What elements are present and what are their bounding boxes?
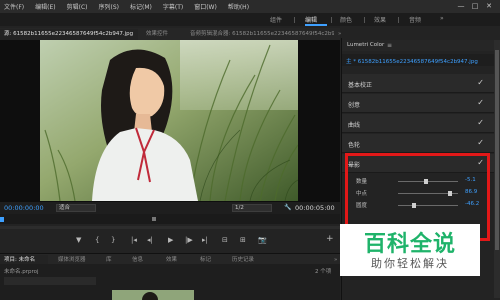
section-label: 色轮 [348, 142, 361, 149]
workspace-bar: 组件 编辑 颜色 效果 音频 » [0, 13, 500, 26]
tab-lumetri-color[interactable]: Lumetri Color [347, 42, 384, 48]
playhead-marker[interactable] [0, 217, 4, 222]
enable-checkbox[interactable]: ✓ [477, 78, 484, 87]
zoom-scrollbar[interactable] [0, 226, 340, 229]
enable-checkbox[interactable]: ✓ [477, 98, 484, 107]
zoom-dropdown[interactable]: 适合 [56, 204, 96, 212]
insert-icon[interactable]: ⊟ [222, 236, 228, 244]
monitor-timecode-bar: 00:00:00:00 适合 1/2 🔧 00:00:05:00 [0, 202, 340, 214]
window-controls: — □ ✕ [454, 1, 496, 11]
enable-checkbox[interactable]: ✓ [477, 118, 484, 127]
export-frame-icon[interactable]: 📷 [258, 236, 267, 244]
step-back-icon[interactable]: ◂| [147, 236, 153, 244]
clip-name[interactable]: 主 * 61582b11655e22346587649f54c2b947.jpg [346, 57, 478, 65]
add-marker-icon[interactable]: ▼ [76, 236, 81, 244]
menu-bar: 文件(F) 编辑(E) 剪辑(C) 序列(S) 标记(M) 字幕(T) 窗口(W… [0, 0, 500, 13]
workspace-tab-effects[interactable]: 效果 [374, 15, 386, 24]
workspace-tab-color[interactable]: 颜色 [340, 15, 352, 24]
resolution-dropdown[interactable]: 1/2 [232, 204, 272, 212]
section-color-wheels[interactable]: 色轮 ✓ [342, 134, 500, 153]
menu-clip[interactable]: 剪辑(C) [67, 2, 88, 11]
duration-timecode: 00:00:05:00 [295, 204, 335, 212]
workspace-more-icon[interactable]: » [440, 15, 444, 22]
step-forward-icon[interactable]: |▶ [185, 236, 193, 244]
monitor-tab-bar: 源: 61582b11655e22346587649f54c2b947.jpg … [0, 28, 341, 40]
menu-window[interactable]: 窗口(W) [194, 2, 217, 11]
section-label: 曲线 [348, 122, 361, 129]
mark-in-icon[interactable]: { [95, 236, 99, 244]
section-creative[interactable]: 创意 ✓ [342, 94, 500, 113]
menu-file[interactable]: 文件(F) [4, 2, 24, 11]
project-panel: 未命名.prproj 2 个项 [0, 264, 340, 300]
lumetri-tab-bar: Lumetri Color ≡ [342, 40, 500, 51]
menu-title[interactable]: 字幕(T) [163, 2, 183, 11]
menu-sequence[interactable]: 序列(S) [99, 2, 120, 11]
tab-effect-controls[interactable]: 效果控件 [142, 29, 190, 40]
project-search-input[interactable] [4, 277, 96, 285]
watermark-subtitle: 助你轻松解决 [371, 257, 449, 270]
settings-wrench-icon[interactable]: 🔧 [284, 204, 291, 211]
tab-source-monitor[interactable]: 源: 61582b11655e22346587649f54c2b947.jpg [0, 29, 138, 40]
watermark-title: 百科全说 [363, 232, 456, 257]
go-to-in-icon[interactable]: |◂ [131, 236, 137, 244]
enable-checkbox[interactable]: ✓ [477, 138, 484, 147]
project-file-name: 未命名.prproj [4, 269, 39, 275]
workspace-separator [331, 17, 332, 23]
center-marker [152, 217, 156, 221]
overwrite-icon[interactable]: ⊞ [240, 236, 246, 244]
section-basic-correction[interactable]: 基本校正 ✓ [342, 74, 500, 93]
menu-marker[interactable]: 标记(M) [130, 2, 152, 11]
play-icon[interactable]: ▶ [168, 236, 173, 244]
project-tab-bar: 项目: 未命名 媒体浏览器 库 信息 效果 标记 历史记录 » [0, 253, 340, 266]
workspace-separator [398, 17, 399, 23]
lumetri-clip-header: 主 * 61582b11655e22346587649f54c2b947.jpg [342, 54, 500, 66]
active-workspace-indicator [305, 24, 327, 26]
minimize-icon[interactable]: — [454, 1, 468, 11]
lumetri-scrollbar[interactable] [494, 40, 500, 298]
watermark-logo: 百科全说 助你轻松解决 [340, 224, 480, 276]
preview-image [40, 40, 298, 201]
project-item-count: 2 个项 [315, 269, 332, 275]
workspace-tab-audio[interactable]: 音频 [409, 15, 421, 24]
go-to-out-icon[interactable]: ▸| [202, 236, 208, 244]
workspace-tab-assembly[interactable]: 组件 [270, 15, 282, 24]
transport-controls: ▼ { } |◂ ◂| ▶ |▶ ▸| ⊟ ⊞ 📷 + [0, 233, 340, 249]
scrollbar-thumb[interactable] [495, 50, 499, 250]
tab-audio-clip-mixer[interactable]: 音频剪辑混合器: 61582b11655e22346587649f54c2b94… [186, 29, 334, 40]
button-editor-icon[interactable]: + [326, 234, 334, 244]
time-ruler[interactable] [0, 214, 340, 224]
section-curves[interactable]: 曲线 ✓ [342, 114, 500, 133]
panel-menu-icon[interactable]: ≡ [387, 42, 392, 49]
workspace-separator [364, 17, 365, 23]
playhead-timecode[interactable]: 00:00:00:00 [4, 204, 44, 212]
maximize-icon[interactable]: □ [468, 1, 482, 11]
section-label: 基本校正 [348, 82, 373, 89]
section-label: 创意 [348, 102, 361, 109]
project-thumbnail[interactable] [112, 290, 194, 300]
menu-edit[interactable]: 编辑(E) [35, 2, 55, 11]
workspace-tab-editing[interactable]: 编辑 [305, 15, 317, 24]
mark-out-icon[interactable]: } [111, 236, 115, 244]
workspace-separator [294, 17, 295, 23]
close-icon[interactable]: ✕ [482, 1, 496, 11]
menu-help[interactable]: 帮助(H) [228, 2, 249, 11]
